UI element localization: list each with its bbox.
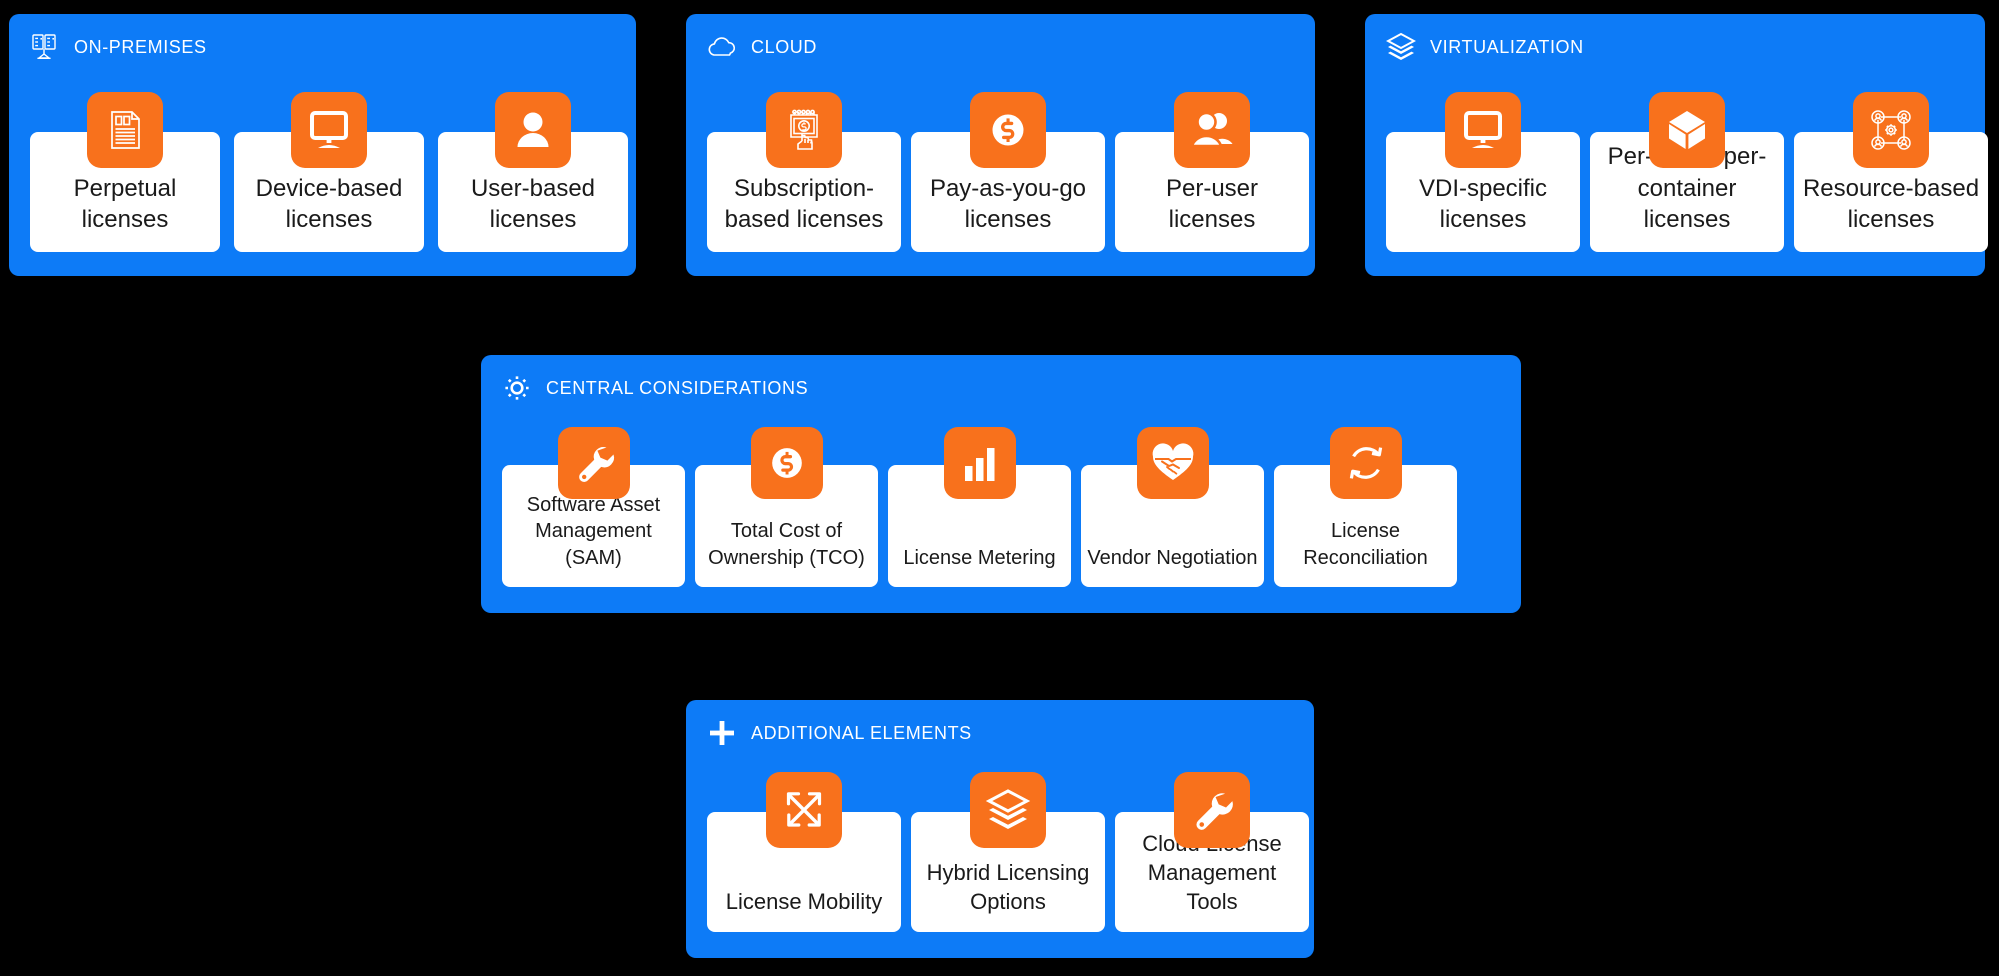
panel-header-cloud: CLOUD [706,30,817,64]
dollar-coin-icon [750,427,823,499]
panel-central-considerations: CENTRAL CONSIDERATIONS Software Asset Ma… [481,355,1521,613]
card-label: License Mobility [725,888,883,914]
card-row-on-premises: Perpetual licenses Device-based licenses [9,92,636,252]
plus-icon [706,717,738,749]
card-row-virtualization: VDI-specific licenses Per-VM or per-cont… [1365,92,1988,252]
card-per-user-licenses[interactable]: Per-user licenses [1115,92,1309,252]
panel-title: ADDITIONAL ELEMENTS [751,722,972,743]
wrench-icon [1174,772,1250,848]
dollar-coin-icon [970,92,1046,168]
card-row-central-considerations: Software Asset Management (SAM) Total Co… [502,427,1457,587]
card-software-asset-management[interactable]: Software Asset Management (SAM) [502,427,685,587]
panel-title: VIRTUALIZATION [1430,36,1584,57]
card-vendor-negotiation[interactable]: Vendor Negotiation [1081,427,1264,587]
gear-icon [501,372,533,404]
card-label: Vendor Negotiation [1087,546,1258,569]
refresh-cycle-icon [1329,427,1402,499]
card-device-based-licenses[interactable]: Device-based licenses [234,92,424,252]
card-label: License Reconciliation [1303,520,1428,569]
card-label: Subscription-based licenses [724,174,884,234]
cloud-icon [706,31,738,63]
bar-chart-icon [943,427,1016,499]
panel-title: ON-PREMISES [74,36,207,57]
card-per-vm-or-per-container-licenses[interactable]: Per-VM or per-container licenses [1590,92,1784,252]
single-user-icon [495,92,571,168]
layers-icon [970,772,1046,848]
panel-header-virtualization: VIRTUALIZATION [1385,30,1584,64]
card-resource-based-licenses[interactable]: Resource-based licenses [1794,92,1988,252]
desktop-monitor-icon [291,92,367,168]
layers-icon [1385,31,1417,63]
cube-box-icon [1649,92,1725,168]
card-total-cost-of-ownership[interactable]: Total Cost of Ownership (TCO) [695,427,878,587]
handshake-heart-icon [1136,427,1209,499]
panel-on-premises: ON-PREMISES Perpetual licenses Device-ba… [9,14,636,276]
card-row-cloud: Subscription-based licenses Pay-as-you-g… [686,92,1315,252]
panel-cloud: CLOUD Subscription-based licenses Pay-as… [686,14,1315,276]
calendar-payment-hand-icon [766,92,842,168]
card-label: VDI-specific licenses [1418,174,1548,234]
panel-additional-elements: ADDITIONAL ELEMENTS License Mobility Hyb… [686,700,1314,958]
two-users-icon [1174,92,1250,168]
card-label: Hybrid Licensing Options [926,859,1090,914]
card-label: Software Asset Management (SAM) [526,493,661,569]
card-cloud-license-management-tools[interactable]: Cloud License Management Tools [1115,772,1309,932]
card-license-metering[interactable]: License Metering [888,427,1071,587]
card-label: Per-user licenses [1165,174,1259,234]
card-hybrid-licensing-options[interactable]: Hybrid Licensing Options [911,772,1105,932]
card-label: Perpetual licenses [73,174,177,234]
panel-virtualization: VIRTUALIZATION VDI-specific licenses per… [1365,14,1988,276]
card-user-based-licenses[interactable]: User-based licenses [438,92,628,252]
panel-header-additional-elements: ADDITIONAL ELEMENTS [706,716,972,750]
card-label: User-based licenses [470,174,596,234]
card-label: Pay-as-you-go licenses [929,174,1087,234]
card-subscription-based-licenses[interactable]: Subscription-based licenses [707,92,901,252]
card-label: License Metering [903,546,1056,569]
card-label: Resource-based licenses [1802,174,1980,234]
card-pay-as-you-go-licenses[interactable]: Pay-as-you-go licenses [911,92,1105,252]
card-perpetual-licenses[interactable]: Perpetual licenses [30,92,220,252]
card-license-mobility[interactable]: License Mobility [707,772,901,932]
panel-title: CENTRAL CONSIDERATIONS [546,377,809,398]
diagram-canvas: ON-PREMISES Perpetual licenses Device-ba… [0,0,1999,976]
panel-header-central-considerations: CENTRAL CONSIDERATIONS [501,371,808,405]
network-users-gear-icon [1853,92,1929,168]
server-rack-icon [29,31,61,63]
wrench-icon [557,427,630,499]
card-license-reconciliation[interactable]: License Reconciliation [1274,427,1457,587]
desktop-monitor-icon [1445,92,1521,168]
document-certificate-icon [87,92,163,168]
panel-title: CLOUD [751,36,818,57]
crossing-arrows-icon [766,772,842,848]
panel-header-on-premises: ON-PREMISES [29,30,207,64]
card-label: Device-based licenses [255,174,403,234]
card-row-additional-elements: License Mobility Hybrid Licensing Option… [707,772,1309,932]
card-label: Total Cost of Ownership (TCO) [708,520,865,569]
card-vdi-specific-licenses[interactable]: VDI-specific licenses [1386,92,1580,252]
